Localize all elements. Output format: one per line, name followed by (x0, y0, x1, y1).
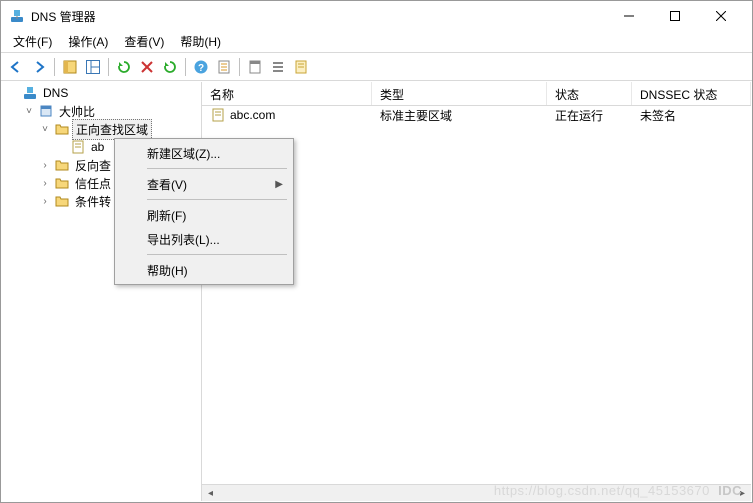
zone-file-icon (70, 139, 86, 155)
ctx-label: 新建区域(Z)... (147, 145, 220, 162)
tree-label: 信任点 (72, 174, 114, 193)
folder-icon (54, 121, 70, 137)
ctx-help[interactable]: 帮助(H) (117, 258, 291, 282)
minimize-button[interactable] (606, 1, 652, 31)
toolbar-delete-button[interactable] (136, 56, 158, 78)
ctx-export-list[interactable]: 导出列表(L)... (117, 227, 291, 251)
menu-action[interactable]: 操作(A) (60, 31, 116, 52)
folder-icon (54, 175, 70, 191)
tree-root-dns[interactable]: DNS (2, 84, 201, 102)
toolbar: ? (1, 53, 752, 81)
list-header: 名称 类型 状态 DNSSEC 状态 (202, 82, 751, 106)
folder-icon (54, 193, 70, 209)
toolbar-mode2-button[interactable] (267, 56, 289, 78)
ctx-label: 查看(V) (147, 176, 187, 193)
menu-help[interactable]: 帮助(H) (172, 31, 229, 52)
cell-name: abc.com (230, 108, 275, 122)
ctx-label: 刷新(F) (147, 207, 186, 224)
tree-label: DNS (40, 85, 71, 101)
horizontal-scrollbar[interactable]: ◂ ▸ (202, 484, 751, 501)
list-row[interactable]: abc.com 标准主要区域 正在运行 未签名 (202, 106, 751, 124)
expander-closed-icon[interactable]: › (38, 176, 52, 190)
toolbar-show-hide-button[interactable] (59, 56, 81, 78)
toolbar-refresh-button[interactable] (159, 56, 181, 78)
cell-dnssec: 未签名 (640, 107, 676, 124)
title-bar: DNS 管理器 (1, 1, 752, 31)
zone-file-icon (210, 107, 226, 123)
ctx-separator (147, 199, 287, 200)
toolbar-refresh-green-button[interactable] (113, 56, 135, 78)
app-icon (9, 8, 25, 24)
tree-label: 正向查找区域 (72, 119, 152, 140)
scroll-right-icon[interactable]: ▸ (734, 485, 751, 502)
expander-open-icon[interactable]: ˅ (38, 122, 52, 136)
tree-forward-zones[interactable]: ˅ 正向查找区域 (34, 120, 201, 138)
toolbar-properties-button[interactable] (213, 56, 235, 78)
col-dnssec[interactable]: DNSSEC 状态 (632, 82, 751, 105)
expander-icon[interactable] (6, 86, 20, 100)
folder-icon (54, 157, 70, 173)
ctx-label: 帮助(H) (147, 262, 188, 279)
tree-server[interactable]: ˅ 大帅比 (18, 102, 201, 120)
scroll-left-icon[interactable]: ◂ (202, 485, 219, 502)
expander-icon[interactable] (54, 140, 68, 154)
tree-label: ab (88, 139, 107, 155)
ctx-label: 导出列表(L)... (147, 231, 220, 248)
ctx-separator (147, 168, 287, 169)
toolbar-mode3-button[interactable] (290, 56, 312, 78)
expander-open-icon[interactable]: ˅ (22, 104, 36, 118)
menu-bar: 文件(F) 操作(A) 查看(V) 帮助(H) (1, 31, 752, 53)
col-name[interactable]: 名称 (202, 82, 372, 105)
close-button[interactable] (698, 1, 744, 31)
toolbar-separator (239, 58, 240, 76)
ctx-refresh[interactable]: 刷新(F) (117, 203, 291, 227)
col-status[interactable]: 状态 (547, 82, 632, 105)
tree-label: 反向查 (72, 156, 114, 175)
dns-root-icon (22, 85, 38, 101)
menu-view[interactable]: 查看(V) (116, 31, 172, 52)
menu-file[interactable]: 文件(F) (5, 31, 60, 52)
toolbar-panes-button[interactable] (82, 56, 104, 78)
server-icon (38, 103, 54, 119)
expander-closed-icon[interactable]: › (38, 158, 52, 172)
cell-status: 正在运行 (555, 107, 603, 124)
window-title: DNS 管理器 (31, 8, 606, 25)
ctx-new-zone[interactable]: 新建区域(Z)... (117, 141, 291, 165)
toolbar-separator (185, 58, 186, 76)
window-controls (606, 1, 744, 31)
context-menu: 新建区域(Z)... 查看(V) ▶ 刷新(F) 导出列表(L)... 帮助(H) (114, 138, 294, 285)
col-type[interactable]: 类型 (372, 82, 547, 105)
toolbar-separator (54, 58, 55, 76)
cell-type: 标准主要区域 (380, 107, 452, 124)
tree-label: 条件转 (72, 192, 114, 211)
toolbar-forward-button[interactable] (28, 56, 50, 78)
toolbar-mode1-button[interactable] (244, 56, 266, 78)
submenu-arrow-icon: ▶ (275, 179, 283, 190)
toolbar-back-button[interactable] (5, 56, 27, 78)
ctx-separator (147, 254, 287, 255)
toolbar-separator (108, 58, 109, 76)
svg-text:?: ? (198, 63, 204, 74)
maximize-button[interactable] (652, 1, 698, 31)
toolbar-help-button[interactable]: ? (190, 56, 212, 78)
ctx-view[interactable]: 查看(V) ▶ (117, 172, 291, 196)
expander-closed-icon[interactable]: › (38, 194, 52, 208)
